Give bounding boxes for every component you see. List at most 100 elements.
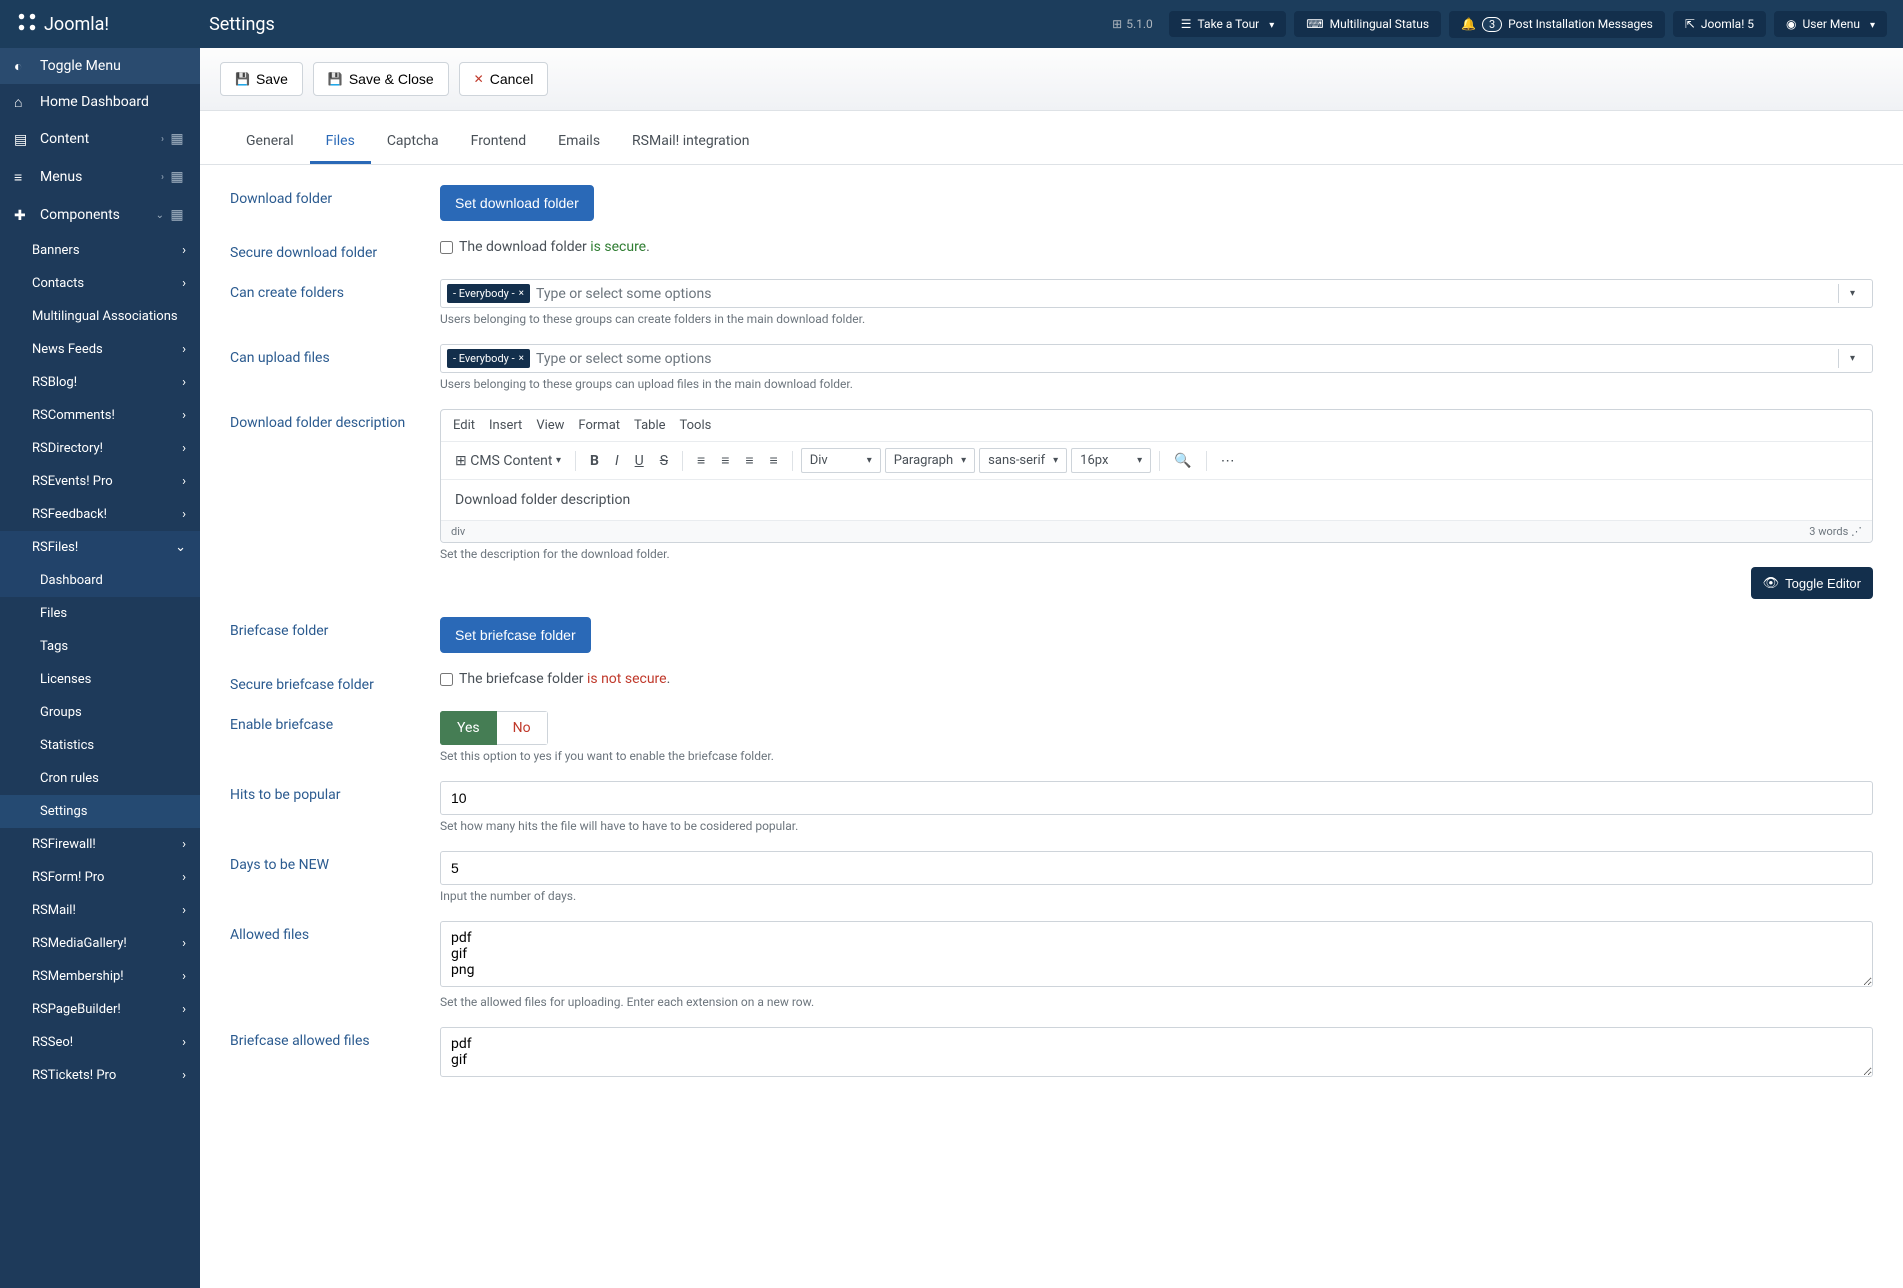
sidebar-item-banners[interactable]: Banners› bbox=[0, 234, 200, 267]
sidebar-item-rsseo[interactable]: RSSeo!› bbox=[0, 1026, 200, 1059]
save-icon: 💾 bbox=[328, 72, 343, 86]
chevron-down-icon[interactable]: ▾ bbox=[1838, 349, 1866, 368]
sidebar-item-rsfirewall[interactable]: RSFirewall!› bbox=[0, 828, 200, 861]
can-upload-files-select[interactable]: - Everybody -× Type or select some optio… bbox=[440, 344, 1873, 373]
sidebar-item-rsfiles-statistics[interactable]: Statistics bbox=[0, 729, 200, 762]
set-briefcase-folder-button[interactable]: Set briefcase folder bbox=[440, 617, 591, 653]
sidebar-item-rsfiles-settings[interactable]: Settings bbox=[0, 795, 200, 828]
editor-menu-view[interactable]: View bbox=[536, 418, 564, 433]
chevron-right-icon: › bbox=[182, 474, 186, 489]
chip-remove-icon[interactable]: × bbox=[519, 288, 524, 299]
editor-menu-insert[interactable]: Insert bbox=[489, 418, 522, 433]
sidebar-item-rsfiles-files[interactable]: Files bbox=[0, 597, 200, 630]
bold-button[interactable]: B bbox=[584, 449, 605, 473]
sidebar-item-news-feeds[interactable]: News Feeds› bbox=[0, 333, 200, 366]
sidebar-item-rsfiles-groups[interactable]: Groups bbox=[0, 696, 200, 729]
align-left-button[interactable]: ≡ bbox=[691, 448, 711, 473]
days-new-input[interactable] bbox=[440, 851, 1873, 885]
resize-handle-icon[interactable]: ⋰ bbox=[1851, 525, 1862, 538]
font-size-select[interactable]: 16px▾ bbox=[1071, 448, 1151, 473]
search-button[interactable]: 🔍 bbox=[1168, 449, 1197, 473]
dashboard-shortcut-icon[interactable]: ▦ bbox=[168, 168, 186, 186]
yes-option[interactable]: Yes bbox=[440, 711, 497, 745]
more-options-button[interactable]: ⋯ bbox=[1215, 449, 1241, 473]
chevron-down-icon[interactable]: ▾ bbox=[1838, 284, 1866, 303]
sidebar-item-rscomments[interactable]: RSComments!› bbox=[0, 399, 200, 432]
sidebar-item-menus[interactable]: ≡ Menus › ▦ bbox=[0, 158, 200, 196]
post-install-messages-button[interactable]: 🔔 3 Post Installation Messages bbox=[1449, 11, 1665, 38]
toggle-editor-button[interactable]: 👁 Toggle Editor bbox=[1751, 567, 1873, 599]
underline-button[interactable]: U bbox=[629, 449, 650, 473]
action-toolbar: 💾 Save 💾 Save & Close ✕ Cancel bbox=[200, 48, 1903, 111]
tab-files[interactable]: Files bbox=[310, 121, 371, 164]
editor-menu-format[interactable]: Format bbox=[578, 418, 620, 433]
sidebar-item-multilingual-associations[interactable]: Multilingual Associations bbox=[0, 300, 200, 333]
dashboard-shortcut-icon[interactable]: ▦ bbox=[168, 206, 186, 224]
sidebar-item-rstickets-pro[interactable]: RSTickets! Pro› bbox=[0, 1059, 200, 1092]
sidebar-item-rsfiles-tags[interactable]: Tags bbox=[0, 630, 200, 663]
multilingual-status-button[interactable]: ⌨ Multilingual Status bbox=[1294, 11, 1441, 37]
toggle-icon: ◐ bbox=[14, 58, 30, 74]
sidebar-item-rsblog[interactable]: RSBlog!› bbox=[0, 366, 200, 399]
sidebar-item-rsmediagallery[interactable]: RSMediaGallery!› bbox=[0, 927, 200, 960]
chevron-down-icon: ⌄ bbox=[156, 210, 164, 221]
editor-menu-edit[interactable]: Edit bbox=[453, 418, 475, 433]
sidebar-item-rsform-pro[interactable]: RSForm! Pro› bbox=[0, 861, 200, 894]
sidebar-item-rsfiles-dashboard[interactable]: Dashboard bbox=[0, 564, 200, 597]
set-download-folder-button[interactable]: Set download folder bbox=[440, 185, 594, 221]
italic-button[interactable]: I bbox=[609, 449, 625, 473]
toggle-menu-button[interactable]: ◐ Toggle Menu bbox=[0, 48, 200, 84]
take-tour-button[interactable]: ☰ Take a Tour bbox=[1169, 11, 1287, 37]
site-link-button[interactable]: ⇱ Joomla! 5 bbox=[1673, 11, 1766, 37]
block-format-select[interactable]: Div▾ bbox=[801, 448, 881, 473]
paragraph-select[interactable]: Paragraph▾ bbox=[885, 448, 975, 473]
editor-menu-table[interactable]: Table bbox=[634, 418, 665, 433]
tab-emails[interactable]: Emails bbox=[542, 121, 616, 164]
cms-content-button[interactable]: ⊞ CMS Content ▾ bbox=[449, 449, 567, 473]
briefcase-allowed-files-textarea[interactable] bbox=[440, 1027, 1873, 1077]
align-justify-button[interactable]: ≡ bbox=[764, 448, 784, 473]
sidebar-item-rsmail[interactable]: RSMail!› bbox=[0, 894, 200, 927]
save-button[interactable]: 💾 Save bbox=[220, 62, 303, 96]
font-family-select[interactable]: sans-serif▾ bbox=[979, 448, 1067, 473]
sidebar-item-content[interactable]: ▤ Content › ▦ bbox=[0, 120, 200, 158]
no-option[interactable]: No bbox=[497, 711, 548, 745]
can-create-folders-select[interactable]: - Everybody -× Type or select some optio… bbox=[440, 279, 1873, 308]
tab-general[interactable]: General bbox=[230, 121, 310, 164]
save-close-button[interactable]: 💾 Save & Close bbox=[313, 62, 449, 96]
sidebar-item-contacts[interactable]: Contacts› bbox=[0, 267, 200, 300]
editor-content[interactable]: Download folder description bbox=[441, 480, 1872, 520]
cancel-button[interactable]: ✕ Cancel bbox=[459, 62, 549, 96]
secure-download-checkbox[interactable] bbox=[440, 241, 453, 254]
version-badge: ⊞ 5.1.0 bbox=[1112, 17, 1153, 31]
tab-captcha[interactable]: Captcha bbox=[371, 121, 455, 164]
sidebar-item-rspagebuilder[interactable]: RSPageBuilder!› bbox=[0, 993, 200, 1026]
chevron-down-icon: ▾ bbox=[556, 455, 561, 466]
hits-popular-input[interactable] bbox=[440, 781, 1873, 815]
days-new-help: Input the number of days. bbox=[440, 889, 1873, 903]
editor-menu-tools[interactable]: Tools bbox=[680, 418, 712, 433]
sidebar-item-rsfiles-cron-rules[interactable]: Cron rules bbox=[0, 762, 200, 795]
sidebar-item-rsfeedback[interactable]: RSFeedback!› bbox=[0, 498, 200, 531]
secure-download-text: The download folder is secure. bbox=[459, 239, 650, 255]
sidebar-item-rsfiles[interactable]: RSFiles!⌄ bbox=[0, 531, 200, 564]
sidebar-item-rsfiles-licenses[interactable]: Licenses bbox=[0, 663, 200, 696]
user-menu-button[interactable]: ◉ User Menu bbox=[1774, 11, 1887, 37]
allowed-files-textarea[interactable] bbox=[440, 921, 1873, 987]
align-center-button[interactable]: ≡ bbox=[715, 448, 735, 473]
sidebar-item-rsdirectory[interactable]: RSDirectory!› bbox=[0, 432, 200, 465]
secure-briefcase-checkbox[interactable] bbox=[440, 673, 453, 686]
tab-frontend[interactable]: Frontend bbox=[455, 121, 543, 164]
brand[interactable]: Joomla! bbox=[16, 11, 109, 38]
sidebar-item-home[interactable]: ⌂ Home Dashboard bbox=[0, 84, 200, 120]
align-right-button[interactable]: ≡ bbox=[739, 448, 759, 473]
editor-element-path[interactable]: div bbox=[451, 525, 465, 538]
sidebar-item-rsmembership[interactable]: RSMembership!› bbox=[0, 960, 200, 993]
sidebar-item-components[interactable]: ✚ Components ⌄ ▦ bbox=[0, 196, 200, 234]
tab-rsmail[interactable]: RSMail! integration bbox=[616, 121, 765, 164]
sidebar-item-rsevents-pro[interactable]: RSEvents! Pro› bbox=[0, 465, 200, 498]
chevron-right-icon: › bbox=[182, 375, 186, 390]
strikethrough-button[interactable]: S bbox=[654, 449, 674, 473]
dashboard-shortcut-icon[interactable]: ▦ bbox=[168, 130, 186, 148]
chip-remove-icon[interactable]: × bbox=[519, 353, 524, 364]
